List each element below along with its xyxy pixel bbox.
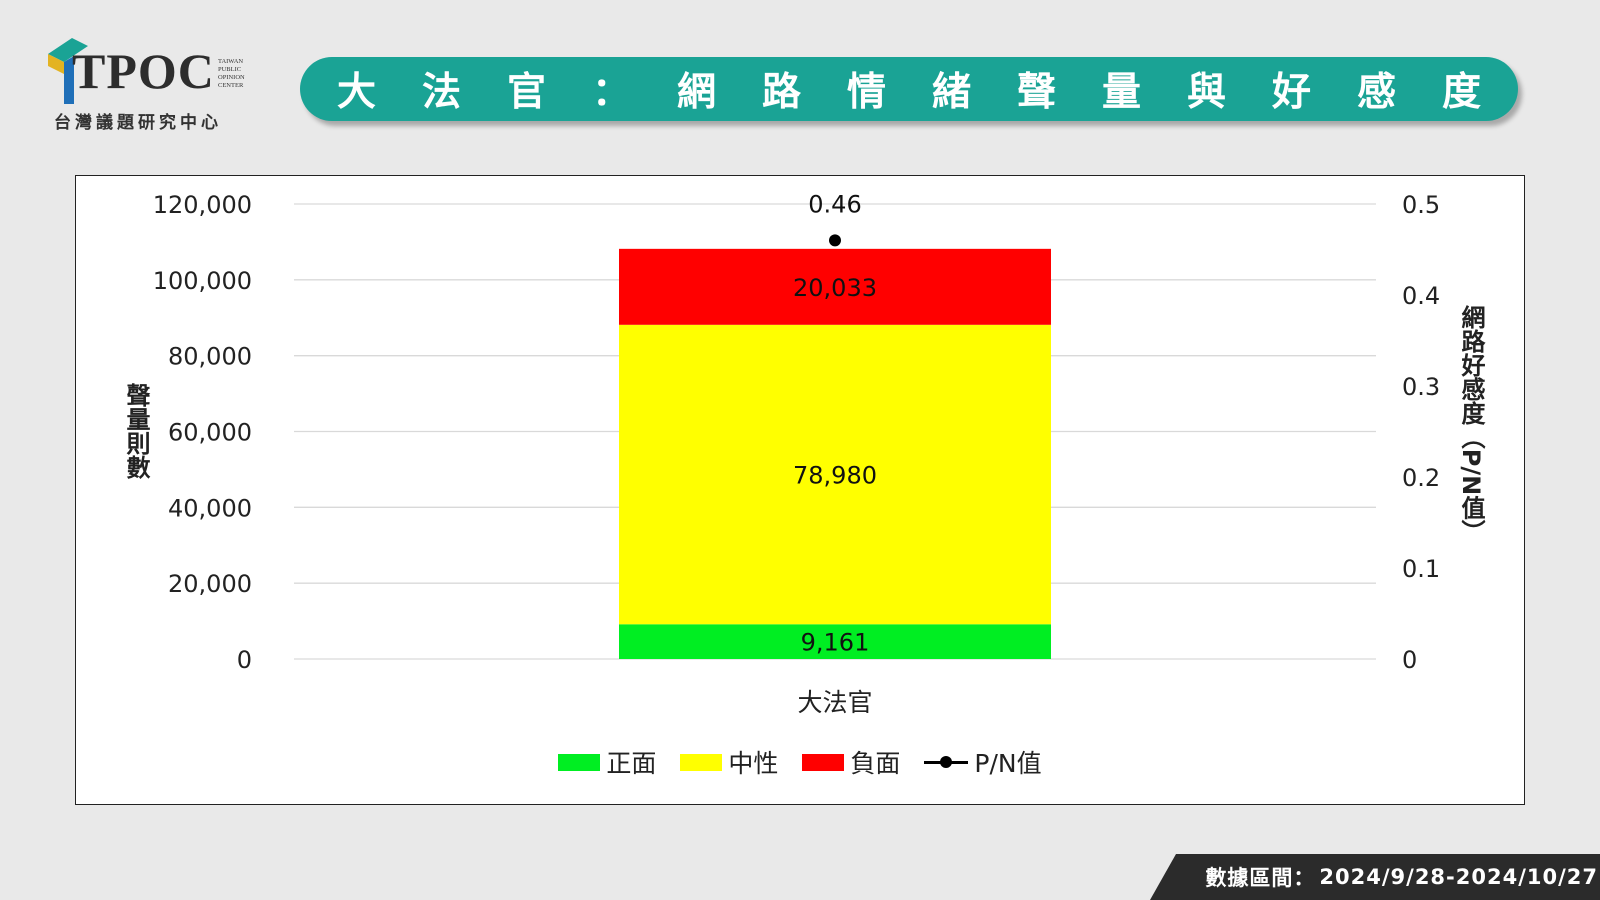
stacked-bar-chart: 0 20,000 40,000 60,000 80,000 100,000 120,000 0… bbox=[122, 190, 1486, 717]
y-tick-label: 60,000 bbox=[168, 419, 252, 447]
pn-data-label: 0.46 bbox=[808, 190, 861, 218]
legend-label-neutral: 中性 bbox=[728, 749, 779, 778]
date-range-tag: 數據區間： 2024/9/28-2024/10/27 bbox=[1150, 854, 1600, 900]
legend-swatch-neutral bbox=[680, 753, 723, 771]
y-tick-label: 40,000 bbox=[168, 494, 252, 522]
legend-label-pn: P/N值 bbox=[974, 749, 1042, 778]
title-banner: 大法官：網路情緒聲量與好感度 bbox=[300, 57, 1518, 121]
legend-swatch-positive bbox=[558, 753, 601, 771]
tpoc-logo: TPOC TAIWAN PUBLIC OPINION CENTER 台灣議題研究… bbox=[40, 32, 260, 133]
bar-data-label: 20,033 bbox=[793, 274, 877, 302]
chart-frame: 0 20,000 40,000 60,000 80,000 100,000 120,000 0… bbox=[75, 175, 1525, 805]
y-tick-label: 100,000 bbox=[153, 267, 252, 295]
pn-point bbox=[829, 234, 841, 247]
date-range-label: 數據區間： bbox=[1205, 866, 1316, 890]
y-tick-label: 80,000 bbox=[168, 343, 252, 371]
page-title: 大法官：網路情緒聲量與好感度 bbox=[336, 70, 1527, 115]
y-right-tick-label: 0.1 bbox=[1402, 555, 1440, 583]
date-range-value: 2024/9/28-2024/10/27 bbox=[1319, 865, 1598, 889]
logo-wordmark: TPOC bbox=[72, 43, 215, 99]
y-right-tick-label: 0 bbox=[1402, 646, 1417, 674]
y-right-tick-label: 0.5 bbox=[1402, 191, 1440, 219]
legend-item-negative: 負面 bbox=[802, 744, 900, 780]
y-right-tick-label: 0.3 bbox=[1402, 373, 1440, 401]
y-tick-label: 120,000 bbox=[153, 191, 252, 219]
y-right-tick-label: 0.2 bbox=[1402, 464, 1440, 492]
y-tick-label: 0 bbox=[237, 646, 252, 674]
logo-subtitle: 台灣議題研究中心 bbox=[54, 113, 222, 133]
y-right-tick-label: 0.4 bbox=[1402, 282, 1440, 310]
legend-label-positive: 正面 bbox=[606, 749, 657, 778]
legend-swatch-pn bbox=[924, 752, 969, 772]
bar-data-label: 78,980 bbox=[793, 462, 877, 490]
y-axis-title: 聲量則數 bbox=[122, 383, 150, 480]
bar-data-label: 9,161 bbox=[801, 629, 870, 657]
logo-small-text: TAIWAN PUBLIC OPINION CENTER bbox=[218, 58, 245, 89]
y-right-axis-title: 網路好感度（P/N值） bbox=[1457, 305, 1486, 543]
legend-item-pn: P/N值 bbox=[924, 744, 1042, 780]
legend-item-neutral: 中性 bbox=[680, 744, 778, 780]
chart-legend: 正面 中性 負面 P/N值 bbox=[76, 744, 1524, 780]
legend-label-negative: 負面 bbox=[850, 749, 901, 778]
y-tick-label: 20,000 bbox=[168, 570, 252, 598]
legend-item-positive: 正面 bbox=[558, 744, 656, 780]
legend-swatch-negative bbox=[802, 753, 845, 771]
x-tick-label: 大法官 bbox=[797, 688, 872, 717]
